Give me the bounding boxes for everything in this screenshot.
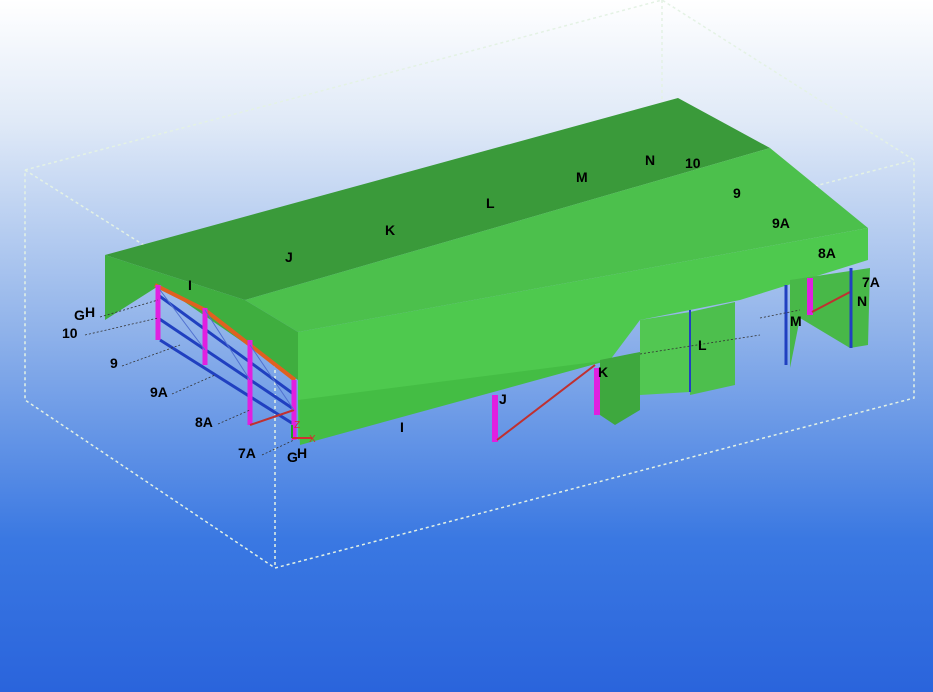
wall-panel-b[interactable] <box>690 302 735 395</box>
grid-label-roof-9: 9 <box>733 185 741 201</box>
axis-x-label: X <box>309 434 316 445</box>
grid-label-front-l: L <box>698 337 707 353</box>
grid-label-left-9a: 9A <box>150 384 168 400</box>
grid-label-front-k: K <box>598 364 608 380</box>
3d-model-viewport[interactable]: X Z J K L M N 10 9 9A 8A 7A I G H 10 9 9… <box>0 0 933 692</box>
grid-label-roof-10: 10 <box>685 155 701 171</box>
grid-label-roof-k: K <box>385 222 395 238</box>
grid-label-front-j: J <box>499 391 507 407</box>
axis-z-label: Z <box>294 420 300 431</box>
grid-label-roof-l: L <box>486 195 495 211</box>
grid-label-roof-8a: 8A <box>818 245 836 261</box>
grid-label-roof-j: J <box>285 249 293 265</box>
wall-panel-d[interactable] <box>600 352 640 425</box>
grid-label-bottom-h: H <box>297 445 307 461</box>
grid-label-left-8a: 8A <box>195 414 213 430</box>
building-model-svg: X Z J K L M N 10 9 9A 8A 7A I G H 10 9 9… <box>24 0 915 569</box>
grid-label-left-g: G <box>74 307 85 323</box>
grid-label-roof-i: I <box>188 277 192 293</box>
grid-label-front-m: M <box>790 313 802 329</box>
wall-panel-a[interactable] <box>640 312 690 395</box>
grid-label-front-n: N <box>857 293 867 309</box>
grid-label-left-9: 9 <box>110 355 118 371</box>
grid-label-roof-9a: 9A <box>772 215 790 231</box>
grid-label-roof-m: M <box>576 169 588 185</box>
grid-label-front-i: I <box>400 419 404 435</box>
grid-label-left-7a: 7A <box>238 445 256 461</box>
grid-label-left-h: H <box>85 304 95 320</box>
grid-label-roof-n: N <box>645 152 655 168</box>
grid-label-left-10: 10 <box>62 325 78 341</box>
grid-label-roof-7a: 7A <box>862 274 880 290</box>
wall-panel-c[interactable] <box>790 268 870 368</box>
